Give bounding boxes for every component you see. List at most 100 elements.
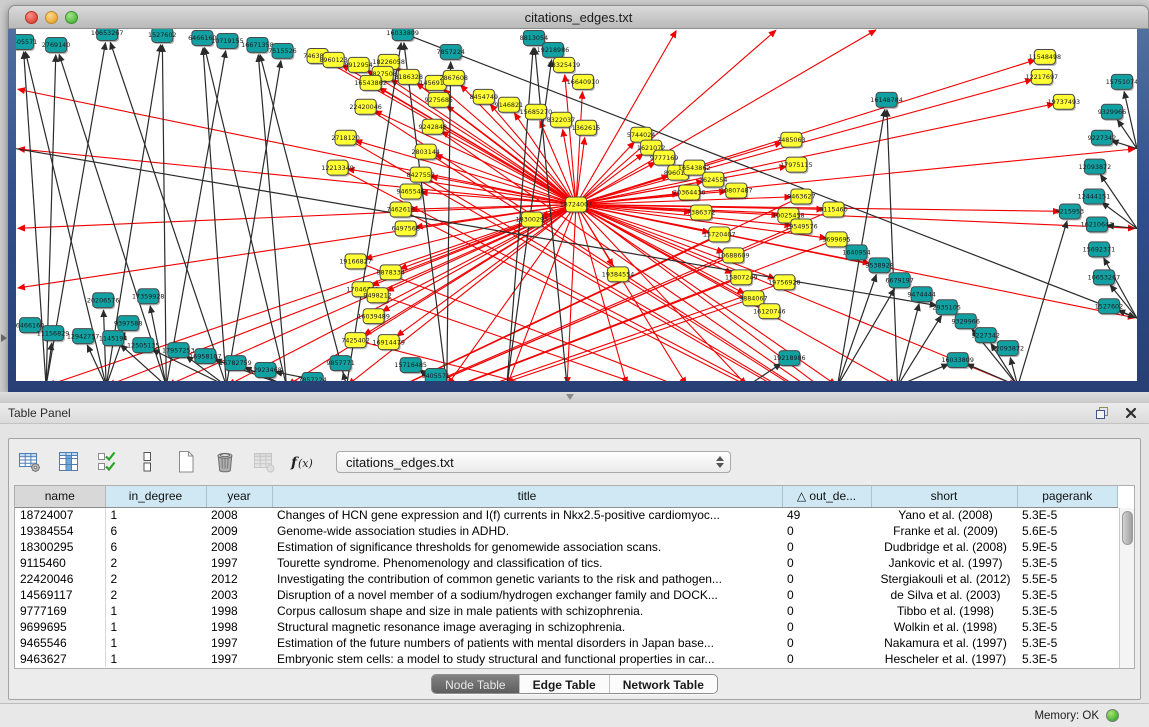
pane-splitter[interactable] — [0, 392, 1149, 403]
close-panel-icon[interactable] — [1125, 407, 1137, 419]
network-node[interactable]: 20206576 — [87, 293, 120, 310]
network-node[interactable]: 2867608 — [440, 70, 468, 87]
column-header-title[interactable]: title — [272, 486, 782, 507]
table-scrollbar[interactable] — [1119, 508, 1134, 668]
table-row[interactable]: 2242004622012Investigating the contribut… — [15, 571, 1118, 587]
network-node[interactable]: 1145194 — [99, 331, 127, 348]
network-node[interactable]: 12923468 — [249, 363, 282, 380]
network-view-window[interactable]: citations_edges.txt 9405571 2769140 106532… — [8, 5, 1149, 392]
network-node[interactable]: 9329966 — [951, 314, 979, 331]
network-node[interactable]: 7386372 — [687, 205, 715, 222]
citation-edge[interactable] — [565, 75, 576, 199]
table-row[interactable]: 946362711997Embryonic stem cells: a mode… — [15, 651, 1118, 667]
network-node[interactable]: 16033809 — [941, 353, 974, 370]
network-node[interactable]: 9227342 — [971, 328, 999, 345]
citation-edge[interactable] — [837, 275, 876, 381]
citation-edge[interactable] — [747, 364, 781, 381]
create-table-icon[interactable] — [171, 449, 201, 476]
network-node[interactable]: 1640954 — [842, 245, 870, 262]
network-node[interactable]: 9405571 — [16, 34, 37, 51]
citation-edge[interactable] — [162, 45, 166, 381]
network-node[interactable]: 7515526 — [268, 43, 296, 60]
citation-edge[interactable] — [898, 316, 942, 381]
network-node[interactable]: 8427552 — [406, 167, 434, 184]
network-node[interactable]: 16033809 — [386, 29, 419, 42]
network-node[interactable]: 10653267 — [1088, 270, 1121, 287]
network-node[interactable]: 9538928 — [865, 258, 893, 275]
citation-edge[interactable] — [898, 364, 949, 381]
network-node[interactable]: 7857224 — [298, 373, 326, 381]
column-header-pagerank[interactable]: pagerank — [1017, 486, 1118, 507]
citation-network-graph[interactable]: 9405571276914010653267152760264661601071… — [16, 29, 1137, 381]
column-header-out-de-[interactable]: △ out_de... — [782, 486, 871, 507]
network-node[interactable]: 9275685 — [425, 92, 453, 109]
network-node[interactable]: 17975115 — [780, 157, 813, 174]
network-node[interactable]: 16210643 — [1081, 217, 1114, 234]
network-node[interactable]: 7857224 — [437, 44, 465, 61]
table-row[interactable]: 977716911998Corpus callosum shape and si… — [15, 603, 1118, 619]
table-row[interactable]: 1872400712008Changes of HCN gene express… — [15, 507, 1118, 523]
table-row[interactable]: 969969511998Structural magnetic resonanc… — [15, 619, 1118, 635]
network-node[interactable]: 9857771 — [326, 356, 354, 373]
network-node[interactable]: 15751074 — [1106, 74, 1137, 91]
network-node[interactable]: 9777169 — [650, 150, 678, 167]
network-node[interactable]: 7485063 — [777, 132, 805, 149]
network-node[interactable]: 9405571 — [422, 369, 450, 381]
network-node[interactable]: 10653267 — [91, 29, 124, 42]
network-node[interactable]: 7462616 — [386, 202, 414, 219]
network-node[interactable]: 22420046 — [349, 99, 382, 116]
column-layout-icon[interactable] — [132, 449, 162, 476]
network-node[interactable]: 9242848 — [419, 119, 447, 136]
citation-edge[interactable] — [887, 110, 898, 381]
network-node[interactable]: 18325419 — [548, 57, 581, 74]
citation-edge[interactable] — [367, 70, 571, 201]
network-node[interactable]: 17359928 — [132, 289, 165, 306]
network-node[interactable]: 9115460 — [819, 202, 847, 219]
function-builder-icon[interactable]: f(x) — [288, 449, 318, 476]
network-node[interactable]: 9329966 — [1098, 104, 1126, 121]
network-node[interactable]: 2718120 — [331, 130, 359, 147]
network-node[interactable]: 16914479 — [372, 335, 405, 352]
network-node[interactable]: 9465546 — [396, 184, 424, 201]
network-node[interactable]: 19218986 — [773, 351, 806, 368]
table-selector-dropdown[interactable]: citations_edges.txt — [336, 451, 731, 473]
network-node[interactable]: 6679197 — [885, 273, 913, 290]
table-row[interactable]: 911546021997Tourette syndrome. Phenomeno… — [15, 555, 1118, 571]
window-titlebar[interactable]: citations_edges.txt — [8, 5, 1149, 29]
network-node[interactable]: 19384554 — [602, 267, 635, 284]
network-node[interactable]: 16640910 — [567, 74, 600, 91]
network-node[interactable]: 9227342 — [1088, 130, 1116, 147]
citation-edge[interactable] — [967, 364, 1018, 381]
citation-edge[interactable] — [447, 62, 451, 381]
panel-collapse-arrow[interactable] — [1, 334, 7, 342]
network-node[interactable]: 16148784 — [870, 92, 903, 109]
network-node[interactable]: 2769140 — [42, 37, 70, 54]
network-node[interactable]: 11548498 — [1029, 49, 1062, 66]
network-node[interactable]: 12444151 — [1078, 189, 1111, 206]
network-node[interactable]: 1527602 — [1095, 299, 1123, 316]
column-header-year[interactable]: year — [206, 486, 272, 507]
network-canvas[interactable]: 9405571276914010653267152760264661601071… — [16, 29, 1137, 381]
table-row[interactable]: 1456911722003Disruption of a novel membe… — [15, 587, 1118, 603]
table-row[interactable]: 946554611997Estimation of the future num… — [15, 635, 1118, 651]
network-node[interactable]: 6497568 — [391, 221, 419, 238]
tab-node-table[interactable]: Node Table — [432, 675, 519, 693]
float-panel-icon[interactable] — [1095, 406, 1109, 420]
scrollbar-thumb[interactable] — [1122, 511, 1133, 545]
citation-edge[interactable] — [18, 205, 570, 288]
network-node[interactable]: 12213349 — [321, 160, 354, 177]
tab-network-table[interactable]: Network Table — [609, 675, 717, 693]
table-row[interactable]: 1938455462009Genome-wide association stu… — [15, 523, 1118, 539]
column-header-short[interactable]: short — [871, 486, 1017, 507]
network-node[interactable]: 20364436 — [673, 185, 706, 202]
network-node[interactable]: 15692371 — [1083, 242, 1116, 259]
network-node[interactable]: 12093872 — [1079, 159, 1112, 176]
citation-edge[interactable] — [581, 30, 876, 201]
column-header-name[interactable]: name — [15, 486, 105, 507]
network-node[interactable]: 9215953 — [1056, 204, 1084, 221]
table-settings-icon[interactable] — [15, 449, 45, 476]
network-node[interactable]: 8878334 — [376, 265, 404, 282]
network-node[interactable]: 2803144 — [411, 144, 439, 161]
network-node[interactable]: 19737493 — [1048, 94, 1081, 111]
network-node[interactable]: 7425402 — [341, 333, 369, 350]
